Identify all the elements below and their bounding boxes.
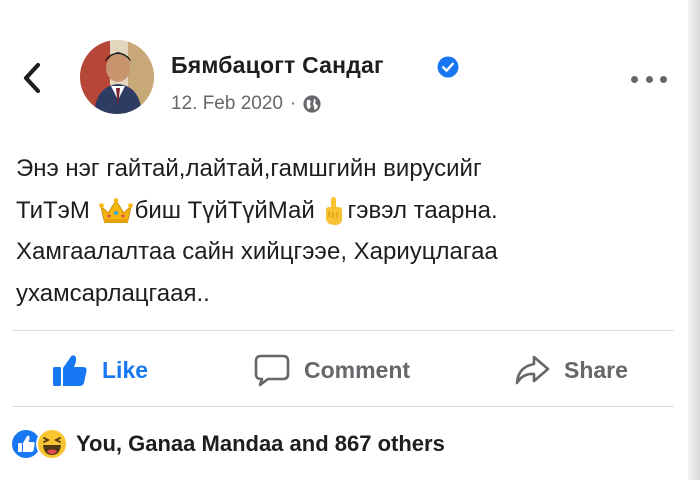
post-meta: 12. Feb 2020 ·: [171, 93, 322, 115]
reactions-text[interactable]: You, Ganaa Mandaa and 867 others: [76, 431, 445, 457]
avatar[interactable]: [80, 40, 154, 114]
actions-divider-bottom: [12, 406, 674, 407]
meta-separator: ·: [289, 93, 297, 114]
post-card: Бямбацогт Сандаг 12. Feb 2020 · Энэ нэг …: [0, 0, 688, 480]
like-button[interactable]: Like: [52, 348, 148, 392]
post-text-segment: гэвэл таарна.: [347, 196, 498, 224]
share-button[interactable]: Share: [514, 348, 628, 392]
avatar-image: [80, 40, 154, 114]
post-date[interactable]: 12. Feb 2020: [171, 93, 283, 115]
crown-emoji-icon: [98, 198, 133, 224]
post-text-line: ухамсарлацгаая..: [16, 273, 666, 315]
post-text: Энэ нэг гайтай,лайтай,гамшгийн вирусийг …: [16, 148, 666, 314]
post-text-segment: Хамгаалалтаа сайн хийцгээе, Хариуцлагаа: [16, 238, 498, 265]
window-right-edge: [688, 0, 700, 480]
post-text-segment: Энэ нэг гайтай,лайтай,гамшгийн вирусийг: [16, 155, 482, 182]
reactions-summary[interactable]: You, Ganaa Mandaa and 867 others: [10, 426, 445, 462]
haha-reaction-icon: [36, 428, 68, 460]
post-text-line: Энэ нэг гайтай,лайтай,гамшгийн вирусийг: [16, 148, 666, 190]
chevron-left-icon: [23, 62, 41, 94]
more-dot-icon: [660, 75, 667, 83]
comment-label: Comment: [304, 356, 411, 383]
post-text-segment: ТиТэМ: [16, 196, 97, 224]
post-text-segment: ухамсарлацгаая..: [16, 279, 210, 307]
more-dot-icon: [645, 75, 653, 83]
comment-button[interactable]: Comment: [254, 348, 410, 392]
actions-divider-top: [12, 330, 674, 331]
comment-bubble-icon: [254, 354, 290, 387]
thumbs-up-icon: [53, 355, 87, 386]
author-name[interactable]: Бямбацогт Сандаг: [171, 52, 384, 79]
globe-icon: [303, 95, 321, 113]
pointing-hand-emoji-icon: [326, 197, 343, 226]
back-button[interactable]: [14, 58, 50, 98]
share-label: Share: [564, 356, 628, 383]
more-dot-icon: [631, 75, 638, 83]
share-arrow-icon: [515, 355, 550, 385]
verified-badge-icon: [437, 56, 459, 78]
post-text-segment: биш ТүйТүйМай: [134, 196, 322, 224]
post-text-line: Хамгаалалтаа сайн хийцгээе, Хариуцлагаа: [16, 231, 666, 273]
more-options-button[interactable]: [631, 68, 667, 90]
like-label: Like: [102, 356, 149, 383]
post-text-line: ТиТэМ биш ТүйТүйМай гэвэл таарна.: [16, 190, 666, 232]
